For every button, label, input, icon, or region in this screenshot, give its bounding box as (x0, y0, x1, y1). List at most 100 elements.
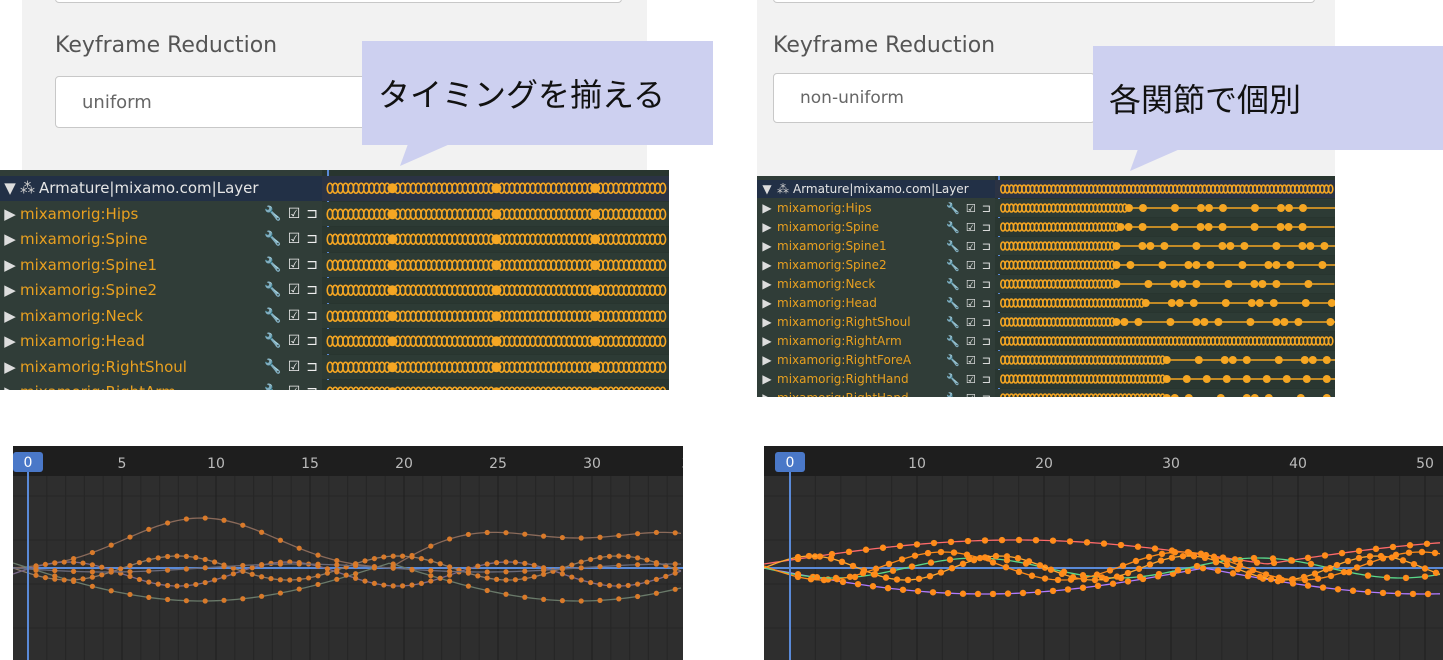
keyframe-point[interactable] (944, 589, 952, 597)
keyframe-point[interactable] (926, 572, 934, 580)
keyframe-point[interactable] (240, 522, 246, 528)
keyframe-point[interactable] (1418, 548, 1426, 556)
keyframe-point[interactable] (1083, 539, 1091, 546)
keyframe-point[interactable] (588, 579, 594, 586)
lock-icon[interactable]: ⊐ (982, 316, 991, 329)
keyframe-point[interactable] (672, 570, 678, 576)
left-key-row[interactable] (322, 278, 669, 303)
keyframe-point[interactable] (89, 583, 95, 589)
triangle-down-icon[interactable]: ▼ (757, 182, 777, 196)
keyframe-point[interactable] (889, 567, 897, 574)
keyframe-point[interactable] (155, 555, 161, 561)
keyframe-point[interactable] (1314, 575, 1322, 582)
left-key-row[interactable] (322, 380, 669, 390)
keyframe-point[interactable] (183, 566, 189, 572)
keyframe-point[interactable] (1134, 543, 1142, 550)
keyframe-point[interactable] (447, 578, 453, 584)
keyframe-point[interactable] (1340, 568, 1348, 576)
keyframe-point[interactable] (1004, 590, 1012, 597)
keyframe-point[interactable] (127, 534, 133, 540)
keyframe-point[interactable] (343, 572, 349, 578)
keyframe-point[interactable] (1275, 574, 1283, 581)
keyframe-point[interactable] (202, 515, 208, 521)
keyframe-point[interactable] (1406, 542, 1414, 549)
keyframe-point[interactable] (315, 573, 321, 579)
checkbox-icon[interactable]: ☑ (966, 278, 976, 291)
keyframe-point[interactable] (165, 582, 171, 589)
left-channel-row[interactable]: ▶mixamorig:RightArm🔧 ☑ ⊐ (0, 380, 322, 390)
keyframe-point[interactable] (885, 560, 893, 568)
lock-icon[interactable]: ⊐ (982, 392, 991, 398)
keyframe-point[interactable] (259, 593, 265, 599)
keyframe-point[interactable] (616, 596, 622, 602)
keyframe-point[interactable] (1034, 588, 1042, 596)
lock-icon[interactable]: ⊐ (306, 282, 318, 298)
keyframe-point[interactable] (512, 559, 518, 565)
keyframe-point[interactable] (108, 542, 114, 548)
keyframe-point[interactable] (1136, 573, 1144, 580)
lock-icon[interactable]: ⊐ (982, 259, 991, 272)
keyframe-point[interactable] (1132, 557, 1140, 565)
left-channel-row[interactable]: ▶ mixamorig:Head 🔧 ☑ ⊐ (0, 329, 322, 354)
keyframe-point[interactable] (400, 553, 406, 559)
keyframe-point[interactable] (1322, 566, 1330, 573)
keyframe-point[interactable] (1421, 573, 1429, 580)
wrench-icon[interactable]: 🔧 (946, 316, 960, 329)
keyframe-point[interactable] (146, 568, 152, 574)
keyframe-point[interactable] (503, 577, 509, 583)
keyframe-point[interactable] (872, 565, 880, 572)
keyframe-point[interactable] (249, 571, 255, 577)
keyframe-point[interactable] (240, 562, 246, 569)
keyframe-point[interactable] (653, 576, 660, 582)
lock-icon[interactable]: ⊐ (982, 373, 991, 386)
keyframe-point[interactable] (1214, 567, 1222, 574)
keyframe-point[interactable] (428, 567, 434, 574)
keyframe-point[interactable] (992, 552, 1000, 560)
keyframe-point[interactable] (1333, 561, 1341, 569)
checkbox-icon[interactable]: ☑ (966, 392, 976, 398)
lock-icon[interactable]: ⊐ (982, 240, 991, 253)
keyframe-point[interactable] (1269, 555, 1277, 562)
keyframe-point[interactable] (400, 583, 406, 589)
keyframe-point[interactable] (635, 555, 641, 561)
keyframe-point[interactable] (1338, 549, 1346, 557)
keyframe-point[interactable] (503, 569, 509, 575)
keyframe-point[interactable] (353, 571, 359, 577)
left-channel-row[interactable]: ▶ mixamorig:Spine 🔧 ☑ ⊐ (0, 227, 322, 252)
triangle-right-icon[interactable]: ▶ (757, 372, 777, 386)
left-action-header[interactable]: ▼ ⁂ Armature|mixamo.com|Layer (0, 176, 322, 201)
keyframe-point[interactable] (108, 588, 114, 594)
triangle-right-icon[interactable]: ▶ (0, 358, 20, 376)
keyframe-point[interactable] (362, 558, 368, 564)
keyframe-point[interactable] (805, 552, 813, 560)
keyframe-point[interactable] (277, 577, 283, 583)
wrench-icon[interactable]: 🔧 (946, 297, 960, 310)
keyframe-point[interactable] (1236, 562, 1244, 569)
keyframe-point[interactable] (854, 580, 862, 588)
keyframe-point[interactable] (99, 572, 105, 578)
keyframe-point[interactable] (1079, 584, 1087, 591)
keyframe-point[interactable] (277, 590, 283, 596)
keyframe-point[interactable] (522, 576, 528, 582)
keyframe-point[interactable] (183, 583, 189, 589)
right-key-row[interactable] (995, 275, 1335, 293)
right-key-row[interactable] (995, 218, 1335, 236)
keyframe-point[interactable] (165, 553, 171, 560)
keyframe-point[interactable] (183, 553, 189, 559)
keyframe-point[interactable] (1231, 556, 1239, 563)
keyframe-point[interactable] (334, 569, 340, 575)
keyframe-point[interactable] (1349, 587, 1357, 594)
keyframe-point[interactable] (1155, 570, 1163, 578)
keyframe-point[interactable] (146, 594, 152, 600)
keyframe-point[interactable] (531, 562, 537, 568)
keyframe-point[interactable] (52, 560, 58, 566)
keyframe-point[interactable] (1102, 575, 1110, 583)
keyframe-point[interactable] (296, 586, 302, 592)
keyframe-point[interactable] (1423, 540, 1431, 547)
keyframe-point[interactable] (625, 553, 631, 560)
keyframe-point[interactable] (146, 557, 152, 563)
keyframe-point[interactable] (193, 554, 199, 561)
keyframe-point[interactable] (428, 543, 434, 549)
keyframe-point[interactable] (559, 598, 566, 604)
wrench-icon[interactable]: 🔧 (264, 359, 281, 375)
